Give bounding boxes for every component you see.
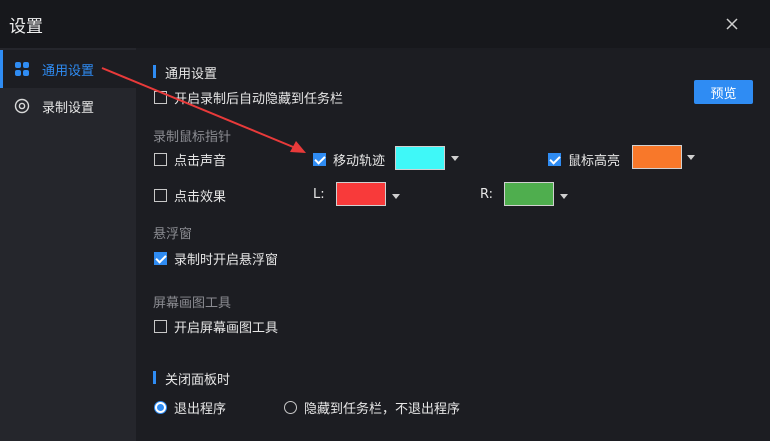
right-click-label: R: — [480, 187, 494, 202]
click-effect-checkbox[interactable] — [154, 188, 167, 202]
left-click-label: L: — [313, 187, 325, 202]
draw-tool-checkbox[interactable] — [154, 319, 167, 333]
close-icon[interactable] — [721, 13, 743, 35]
click-effect-option[interactable]: 点击效果 — [154, 186, 227, 205]
grid-icon — [15, 62, 29, 76]
sidebar: 通用设置 录制设置 — [0, 48, 136, 441]
highlight-color-swatch[interactable] — [632, 145, 682, 169]
left-click-color-swatch[interactable] — [336, 182, 386, 206]
draw-tool-label: 开启屏幕画图工具 — [174, 320, 279, 336]
click-effect-label: 点击效果 — [174, 189, 227, 205]
section-title-close-panel: 关闭面板时 — [153, 369, 230, 388]
float-window-option[interactable]: 录制时开启悬浮窗 — [154, 249, 279, 268]
left-click-color-dropdown-icon[interactable] — [392, 194, 400, 199]
right-click-color-swatch[interactable] — [504, 182, 554, 206]
sidebar-item-label: 通用设置 — [42, 64, 95, 79]
group-label-draw: 屏幕画图工具 — [153, 296, 232, 311]
trail-option[interactable]: 移动轨迹 — [313, 150, 386, 169]
trail-color-swatch[interactable] — [395, 146, 445, 170]
exit-program-radio[interactable] — [154, 400, 167, 414]
group-label-mouse: 录制鼠标指针 — [153, 130, 232, 145]
click-sound-option[interactable]: 点击声音 — [154, 150, 227, 169]
highlight-checkbox[interactable] — [548, 152, 561, 166]
exit-program-label: 退出程序 — [174, 401, 227, 417]
trail-checkbox[interactable] — [313, 152, 326, 166]
preview-button[interactable]: 预览 — [694, 80, 753, 104]
trail-label: 移动轨迹 — [333, 153, 386, 169]
float-window-label: 录制时开启悬浮窗 — [174, 252, 279, 268]
sidebar-item-general[interactable]: 通用设置 — [0, 50, 136, 88]
highlight-option[interactable]: 鼠标高亮 — [548, 150, 621, 169]
sidebar-item-label: 录制设置 — [42, 101, 95, 116]
hide-to-taskbar-option[interactable]: 隐藏到任务栏，不退出程序 — [284, 398, 461, 417]
click-sound-checkbox[interactable] — [154, 152, 167, 166]
auto-hide-checkbox[interactable] — [154, 90, 167, 104]
hide-to-taskbar-label: 隐藏到任务栏，不退出程序 — [304, 401, 461, 417]
group-label-float: 悬浮窗 — [153, 227, 193, 242]
title-bar: 设置 — [0, 0, 770, 48]
draw-tool-option[interactable]: 开启屏幕画图工具 — [154, 317, 279, 336]
exit-program-option[interactable]: 退出程序 — [154, 398, 227, 417]
float-window-checkbox[interactable] — [154, 251, 167, 265]
hide-to-taskbar-radio[interactable] — [284, 400, 297, 414]
auto-hide-label: 开启录制后自动隐藏到任务栏 — [174, 91, 344, 107]
auto-hide-option[interactable]: 开启录制后自动隐藏到任务栏 — [154, 88, 344, 107]
record-icon — [14, 98, 30, 114]
right-click-color-dropdown-icon[interactable] — [560, 194, 568, 199]
highlight-label: 鼠标高亮 — [568, 153, 621, 169]
section-title-general: 通用设置 — [153, 63, 217, 82]
highlight-color-dropdown-icon[interactable] — [687, 155, 695, 160]
sidebar-item-record[interactable]: 录制设置 — [0, 87, 136, 125]
window-title: 设置 — [9, 17, 43, 37]
click-sound-label: 点击声音 — [174, 153, 227, 169]
settings-panel: 通用设置 开启录制后自动隐藏到任务栏 预览 录制鼠标指针 点击声音 移动轨迹 鼠… — [136, 48, 770, 441]
trail-color-dropdown-icon[interactable] — [451, 156, 459, 161]
